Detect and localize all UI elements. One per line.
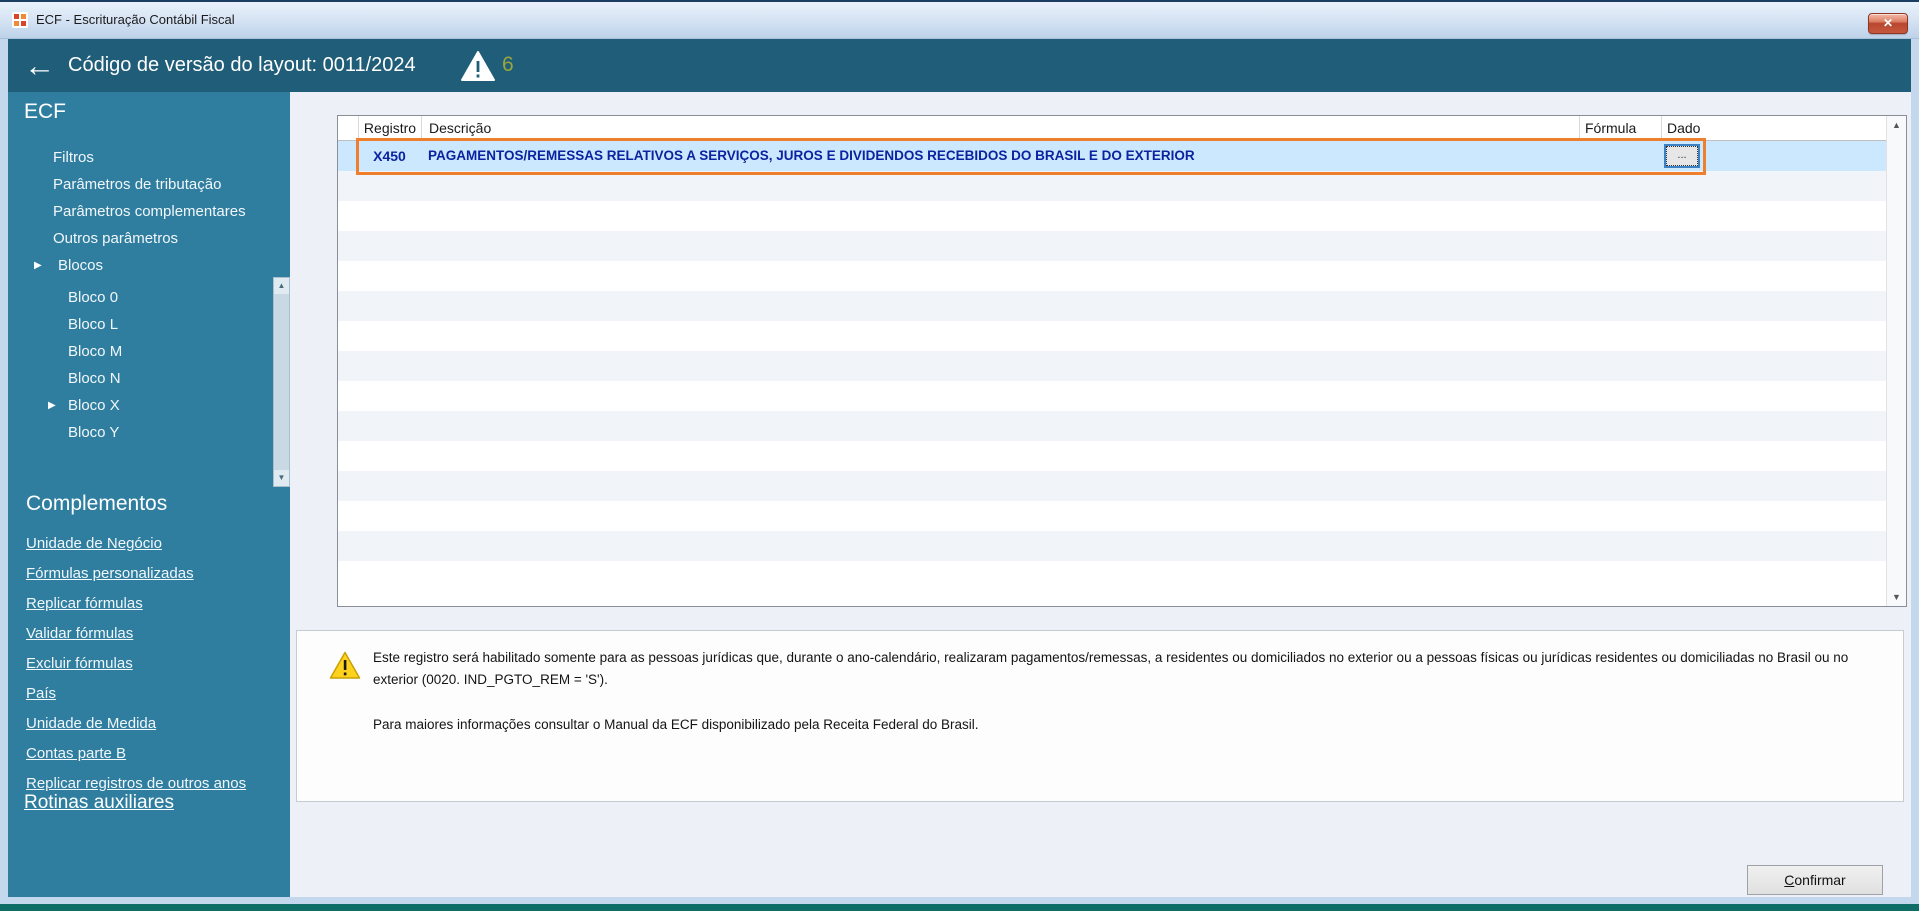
sidebar-link-pa-s[interactable]: País: [26, 679, 286, 709]
sidebar-item-label: Filtros: [53, 149, 94, 166]
titlebar[interactable]: ECF - Escrituração Contábil Fiscal ✕: [0, 2, 1919, 39]
sidebar-scrollbar[interactable]: ▲ ▼: [273, 277, 290, 487]
sidebar-items: Filtros Parâmetros de tributação Parâmetro…: [8, 144, 290, 446]
sidebar-link-contas-parte-b[interactable]: Contas parte B: [26, 739, 286, 769]
sidebar-link-rotinas-auxiliares[interactable]: Rotinas auxiliares: [24, 792, 174, 814]
sidebar: ECF Filtros Parâmetros de tributação Parâm…: [8, 92, 290, 897]
header-bar: ← Código de versão do layout: 0011/2024 …: [8, 39, 1911, 92]
grid-scrollbar[interactable]: ▲ ▼: [1886, 116, 1906, 606]
warning-count-badge: 6: [502, 53, 514, 76]
info-panel: Este registro será habilitado somente pa…: [296, 630, 1904, 802]
table-row-empty[interactable]: [338, 501, 1886, 531]
complements-heading: Complementos: [26, 492, 168, 515]
info-paragraph-2: Para maiores informações consultar o Man…: [373, 717, 979, 733]
sidebar-item-label: Bloco M: [68, 343, 123, 360]
table-row-empty[interactable]: [338, 261, 1886, 291]
table-row-empty[interactable]: [338, 381, 1886, 411]
sidebar-title: ECF: [24, 100, 66, 123]
sidebar-item-label: Bloco L: [68, 316, 119, 333]
sidebar-item-bloco-0[interactable]: Bloco 0: [8, 284, 290, 311]
table-row-empty[interactable]: [338, 471, 1886, 501]
main-panel: Registro Descrição Fórmula Dado X450 PAG…: [290, 92, 1911, 897]
table-row-empty[interactable]: [338, 201, 1886, 231]
sidebar-item-bloco-n[interactable]: Bloco N: [8, 365, 290, 392]
close-icon: ✕: [1882, 16, 1894, 30]
sidebar-item-filtros[interactable]: Filtros: [8, 144, 290, 171]
application-window: ECF - Escrituração Contábil Fiscal ✕ ← C…: [0, 0, 1919, 911]
sidebar-item-bloco-y[interactable]: Bloco Y: [8, 419, 290, 446]
grid-header-formula[interactable]: Fórmula: [1579, 116, 1661, 140]
table-row-empty[interactable]: [338, 411, 1886, 441]
warning-icon: [329, 651, 361, 685]
table-row-empty[interactable]: [338, 321, 1886, 351]
sidebar-link-unidade-de-medida[interactable]: Unidade de Medida: [26, 709, 286, 739]
table-row-empty[interactable]: [338, 441, 1886, 471]
info-paragraph-1: Este registro será habilitado somente pa…: [373, 650, 1849, 687]
grid-header: Registro Descrição Fórmula Dado: [338, 116, 1886, 141]
sidebar-link-unidade-de-neg-cio[interactable]: Unidade de Negócio: [26, 529, 286, 559]
ellipsis-icon: ...: [1666, 146, 1698, 166]
table-row-selected[interactable]: X450 PAGAMENTOS/REMESSAS RELATIVOS A SER…: [338, 141, 1886, 171]
window-title: ECF - Escrituração Contábil Fiscal: [36, 12, 235, 27]
sidebar-item-blocos[interactable]: ▶ Blocos: [8, 252, 290, 279]
tree-expand-icon[interactable]: ▶: [48, 392, 56, 419]
grid-header-registro[interactable]: Registro: [358, 116, 421, 140]
sidebar-item-label: Blocos: [58, 257, 104, 274]
bottom-accent-strip: [0, 904, 1919, 911]
row-registro: X450: [373, 148, 406, 164]
sidebar-item-label: Bloco Y: [68, 424, 120, 441]
warning-triangle-icon[interactable]: [460, 50, 496, 87]
dado-ellipsis-button[interactable]: ...: [1664, 144, 1700, 168]
sidebar-item-label: Bloco X: [68, 397, 120, 414]
scroll-down-icon[interactable]: ▼: [274, 470, 289, 486]
records-grid: Registro Descrição Fórmula Dado X450 PAG…: [337, 115, 1907, 607]
grid-header-descricao[interactable]: Descrição: [421, 116, 1579, 140]
sidebar-item-outros-par-metros[interactable]: Outros parâmetros: [8, 225, 290, 252]
scroll-up-icon[interactable]: ▲: [1887, 116, 1906, 134]
row-descricao: PAGAMENTOS/REMESSAS RELATIVOS A SERVIÇOS…: [428, 148, 1195, 163]
grid-body: X450 PAGAMENTOS/REMESSAS RELATIVOS A SER…: [338, 141, 1886, 606]
sidebar-item-label: Bloco N: [68, 370, 121, 387]
tree-expand-icon[interactable]: ▶: [34, 252, 42, 279]
sidebar-item-par-metros-de-tributa-o[interactable]: Parâmetros de tributação: [8, 171, 290, 198]
app-logo-icon: [12, 12, 28, 28]
back-arrow-icon[interactable]: ←: [24, 43, 55, 89]
grid-header-dado[interactable]: Dado: [1661, 116, 1888, 140]
sidebar-item-par-metros-complementares[interactable]: Parâmetros complementares: [8, 198, 290, 225]
sidebar-item-bloco-m[interactable]: Bloco M: [8, 338, 290, 365]
table-row-empty[interactable]: [338, 531, 1886, 561]
scroll-up-icon[interactable]: ▲: [274, 278, 289, 294]
grid-header-selector: [338, 116, 358, 140]
table-row-empty[interactable]: [338, 561, 1886, 591]
sidebar-item-label: Outros parâmetros: [53, 230, 179, 247]
sidebar-item-label: Parâmetros complementares: [53, 203, 246, 220]
sidebar-item-bloco-x[interactable]: ▶ Bloco X: [8, 392, 290, 419]
sidebar-link-replicar-f-rmulas[interactable]: Replicar fórmulas: [26, 589, 286, 619]
confirm-button[interactable]: Confirmar: [1747, 865, 1883, 895]
sidebar-link-excluir-f-rmulas[interactable]: Excluir fórmulas: [26, 649, 286, 679]
table-row-empty[interactable]: [338, 231, 1886, 261]
table-row-empty[interactable]: [338, 171, 1886, 201]
sidebar-link-f-rmulas-personalizadas[interactable]: Fórmulas personalizadas: [26, 559, 286, 589]
page-title: Código de versão do layout: 0011/2024: [68, 54, 416, 76]
sidebar-item-label: Bloco 0: [68, 289, 119, 306]
table-row-empty[interactable]: [338, 351, 1886, 381]
close-button[interactable]: ✕: [1868, 13, 1908, 34]
table-row-empty[interactable]: [338, 291, 1886, 321]
sidebar-links: Unidade de Negócio Fórmulas personalizada…: [26, 529, 286, 799]
info-text: Este registro será habilitado somente pa…: [373, 647, 1877, 736]
scroll-down-icon[interactable]: ▼: [1887, 588, 1906, 606]
sidebar-item-label: Parâmetros de tributação: [53, 176, 222, 193]
sidebar-item-bloco-l[interactable]: Bloco L: [8, 311, 290, 338]
sidebar-link-validar-f-rmulas[interactable]: Validar fórmulas: [26, 619, 286, 649]
